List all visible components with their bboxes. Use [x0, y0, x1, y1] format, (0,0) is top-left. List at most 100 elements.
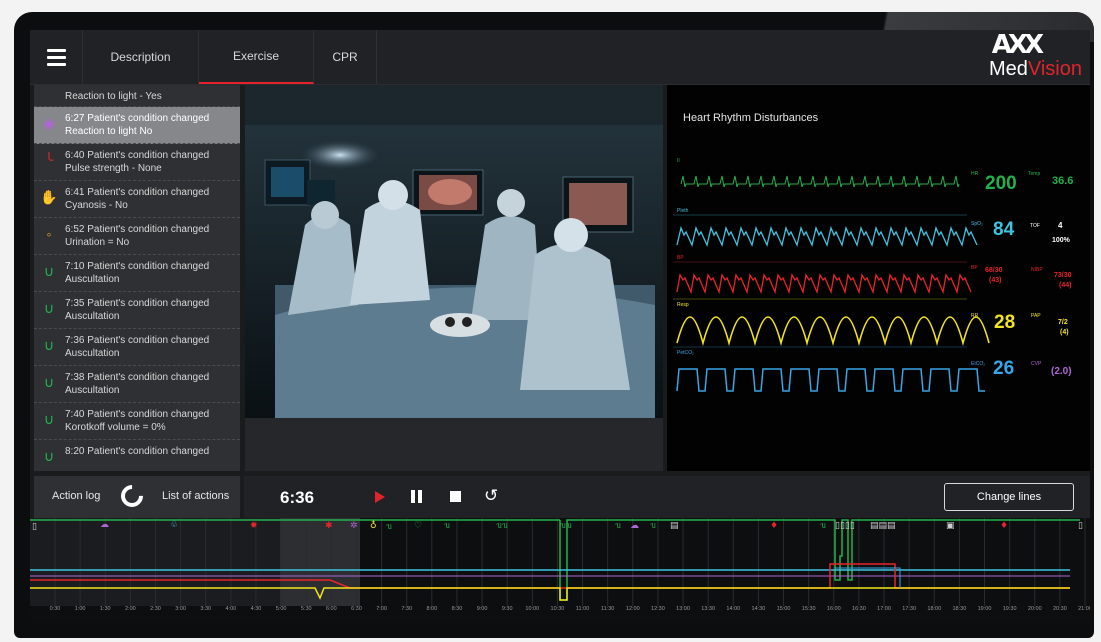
action-log-tab[interactable]: Action log — [52, 490, 100, 502]
timeline-tick-label: 14:00 — [726, 606, 741, 612]
timeline-tick-label: 12:30 — [651, 606, 665, 612]
svg-text:☁: ☁ — [100, 520, 109, 530]
medvision-logo: AXX MedVision — [942, 32, 1082, 84]
rr-label: RR — [971, 313, 979, 319]
change-lines-button[interactable]: Change lines — [944, 483, 1074, 511]
log-item[interactable]: ∪ 7:38 Patient's condition changed Auscult… — [34, 366, 240, 403]
exercise-video[interactable] — [245, 85, 663, 418]
log-item-title: 7:36 Patient's condition changed — [65, 335, 210, 346]
timeline-tick-label: 7:00 — [376, 606, 387, 612]
timeline-tick-label: 14:30 — [751, 606, 766, 612]
log-item[interactable]: Reaction to light - Yes — [34, 85, 240, 107]
timeline-tick-label: 6:00 — [325, 606, 337, 612]
timeline-tick-label: 18:00 — [927, 606, 942, 612]
timeline-tick-label: 9:30 — [501, 606, 513, 612]
log-item-title: 6:27 Patient's condition changed — [65, 113, 210, 124]
pap-mean: (4) — [1060, 329, 1069, 336]
timeline-tick-label: 11:00 — [575, 606, 590, 612]
stethoscope-icon: ∪ — [43, 448, 55, 464]
temp-label: Temp — [1028, 171, 1041, 177]
top-bar: Description Exercise CPR AXX MedVision — [30, 30, 1090, 85]
action-log-list[interactable]: Reaction to light - Yes ◉ 6:27 Patient's c… — [34, 85, 240, 471]
log-item-title: Reaction to light - Yes — [65, 91, 162, 102]
droplets-icon: ◦ — [46, 226, 52, 242]
timeline-tick-label: 16:00 — [826, 606, 841, 612]
timeline-tick-label: 4:30 — [250, 606, 262, 612]
pleth-waveform — [676, 225, 978, 247]
logo-mark: AXX — [991, 30, 1044, 60]
bp-label: BP — [971, 265, 978, 271]
timeline-tick-label: 2:30 — [150, 606, 161, 612]
operating-room-image — [245, 85, 663, 418]
svg-text:ᥔ: ᥔ — [444, 521, 450, 531]
resp-trace-label: Resp — [677, 302, 689, 308]
play-icon[interactable] — [375, 491, 385, 503]
player-bar: 6:36 ↺ Change lines — [244, 476, 1090, 518]
svg-text:♡: ♡ — [414, 521, 422, 531]
svg-text:ᥔ: ᥔ — [820, 521, 826, 531]
log-item[interactable]: ∪ 8:20 Patient's condition changed — [34, 440, 240, 471]
log-item-detail: Auscultation — [65, 274, 120, 285]
tab-cpr[interactable]: CPR — [314, 30, 377, 84]
hr-value: 200 — [985, 173, 1017, 194]
svg-text:▤▤▤: ▤▤▤ — [870, 521, 896, 531]
bp-trace-label: BP — [677, 255, 684, 261]
pause-icon[interactable] — [411, 490, 425, 504]
log-item-detail: Pulse strength - None — [65, 163, 162, 174]
log-item[interactable]: ✋ 6:41 Patient's condition changed Cyanosi… — [34, 181, 240, 218]
nibp-mean: (44) — [1059, 282, 1072, 289]
stop-icon[interactable] — [450, 491, 461, 502]
list-of-actions-tab[interactable]: List of actions — [162, 490, 229, 502]
bp-waveform — [676, 273, 972, 295]
log-item[interactable]: ∪ 7:36 Patient's condition changed Auscult… — [34, 329, 240, 366]
timeline-tick-label: 3:30 — [200, 606, 212, 612]
log-item-title: 6:41 Patient's condition changed — [65, 187, 210, 198]
svg-text:♦: ♦ — [1000, 521, 1008, 531]
log-item-title: 7:40 Patient's condition changed — [65, 409, 210, 420]
stethoscope-icon: ∪ — [43, 337, 55, 353]
timeline-tick-label: 8:00 — [426, 606, 438, 612]
svg-text:▯: ▯ — [32, 522, 37, 532]
log-item-title: 7:10 Patient's condition changed — [65, 261, 210, 272]
video-footer-area — [245, 418, 663, 471]
co2-waveform — [676, 368, 985, 392]
timeline-tick-label: 17:30 — [902, 606, 917, 612]
timeline-tick-label: 1:00 — [74, 606, 86, 612]
log-item[interactable]: ◉ 6:27 Patient's condition changed Reactio… — [34, 107, 240, 144]
timeline-tick-label: 13:00 — [676, 606, 690, 612]
bp-value: 68/30 — [985, 267, 1003, 274]
tof-percent: 100% — [1052, 237, 1070, 244]
log-item[interactable]: ◦ 6:52 Patient's condition changed Urinati… — [34, 218, 240, 255]
svg-text:ᥔᥔ: ᥔᥔ — [496, 521, 508, 531]
nibp-label: NIBP — [1031, 267, 1043, 273]
timeline-tick-label: 2:00 — [125, 606, 136, 612]
timeline-tick-label: 8:30 — [451, 606, 463, 612]
pulse-icon: ╰ — [44, 152, 54, 168]
log-item[interactable]: ╰ 6:40 Patient's condition changed Pulse s… — [34, 144, 240, 181]
temp-value: 36.6 — [1052, 175, 1074, 187]
cvp-value: (2.0) — [1051, 366, 1072, 377]
svg-text:✱: ✱ — [325, 521, 333, 531]
timeline-tick-label: 17:00 — [877, 606, 891, 612]
timeline-tick-label: 15:30 — [801, 606, 816, 612]
log-item-title: 8:20 Patient's condition changed — [65, 446, 210, 457]
stethoscope-icon: ∪ — [43, 263, 55, 279]
restart-icon[interactable]: ↺ — [484, 486, 498, 506]
loading-spinner-icon — [116, 480, 148, 512]
timeline-tick-label: 10:30 — [550, 606, 565, 612]
co2-trace-label: PetCO₂ — [677, 350, 694, 356]
log-item-title: 6:40 Patient's condition changed — [65, 150, 210, 161]
svg-text:▤: ▤ — [670, 521, 679, 531]
svg-text:♧: ♧ — [170, 520, 178, 530]
app-screen: Description Exercise CPR AXX MedVision R… — [30, 30, 1090, 622]
log-item[interactable]: ∪ 7:35 Patient's condition changed Auscult… — [34, 292, 240, 329]
log-item[interactable]: ∪ 7:10 Patient's condition changed Auscult… — [34, 255, 240, 292]
timeline-tick-label: 9:00 — [476, 606, 488, 612]
hamburger-menu-icon[interactable] — [30, 30, 83, 84]
timeline-tick-label: 6:30 — [351, 606, 362, 612]
tab-exercise[interactable]: Exercise — [199, 30, 314, 84]
timeline-strip[interactable]: ▯ ☁ ♧ ✹ ✱ ✲ ♁ ᥔ ♡ ᥔ ᥔᥔ ᥔᥔ ᥔ ☁ ᥔ ▤ ♦ ᥔ ▯▯… — [30, 518, 1090, 622]
logo-text-vision: Vision — [1027, 58, 1082, 80]
log-item[interactable]: ∪ 7:40 Patient's condition changed Korotko… — [34, 403, 240, 440]
tab-description[interactable]: Description — [83, 30, 199, 84]
